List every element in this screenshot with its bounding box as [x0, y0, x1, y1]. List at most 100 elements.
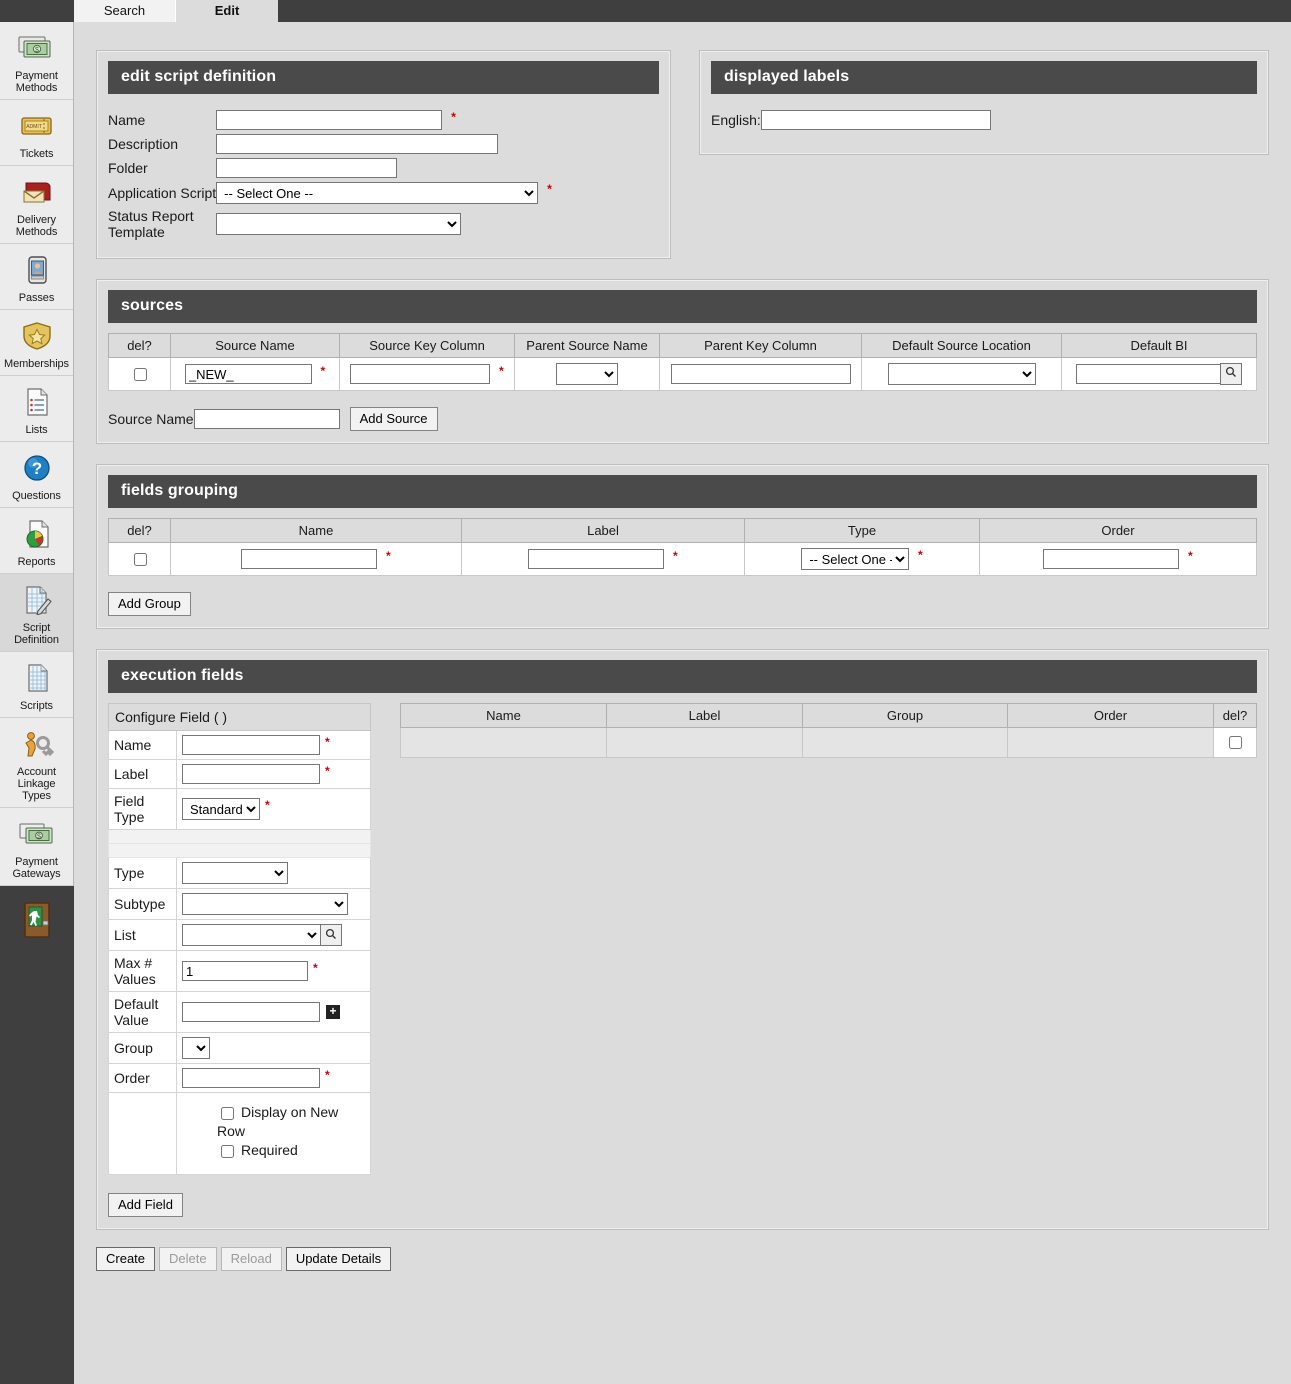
sidebar-item-payment-gateways[interactable]: $ Payment Gateways: [0, 808, 73, 886]
search-icon[interactable]: [1220, 363, 1242, 385]
sidebar-item-reports[interactable]: Reports: [0, 508, 73, 574]
cell-group: [802, 727, 1008, 758]
table-row: * *: [108, 357, 1257, 391]
folder-input[interactable]: [216, 158, 398, 178]
update-details-button[interactable]: Update Details: [285, 1247, 392, 1271]
search-icon[interactable]: [320, 924, 342, 946]
add-group-button[interactable]: Add Group: [108, 592, 191, 616]
cell-order: *: [979, 542, 1257, 576]
default-value-input[interactable]: [182, 1002, 320, 1022]
sources-table: del? Source Name Source Key Column Paren…: [108, 333, 1257, 391]
max-values-input[interactable]: [182, 961, 308, 981]
config-row-default-value: Default Value +: [108, 991, 371, 1033]
configure-field-heading-row: Configure Field ( ): [108, 703, 371, 731]
cell-del: [108, 542, 171, 576]
col-label: Label: [461, 518, 745, 543]
tab-edit[interactable]: Edit: [176, 0, 278, 22]
field-label-input[interactable]: [182, 764, 320, 784]
parent-source-name-select[interactable]: [556, 363, 618, 385]
required-marker: *: [325, 764, 330, 778]
col-del: del?: [108, 333, 171, 358]
list-select[interactable]: [182, 924, 321, 946]
sidebar-item-label: Memberships: [4, 358, 69, 370]
sidebar-item-delivery-methods[interactable]: Delivery Methods: [0, 166, 73, 244]
sidebar-item-script-definition[interactable]: Script Definition: [0, 574, 73, 652]
col-order: Order: [979, 518, 1257, 543]
col-label: Label: [606, 703, 803, 728]
type-select[interactable]: [182, 862, 288, 884]
source-del-checkbox[interactable]: [133, 367, 147, 381]
sidebar-item-memberships[interactable]: Memberships: [0, 310, 73, 376]
tab-search[interactable]: Search: [74, 0, 176, 22]
group-name-input[interactable]: [241, 549, 378, 569]
required-marker: *: [325, 1068, 330, 1082]
description-input[interactable]: [216, 134, 499, 154]
group-label-input[interactable]: [528, 549, 665, 569]
english-input[interactable]: [760, 110, 991, 130]
order-input[interactable]: [182, 1068, 320, 1088]
label-label: Label: [108, 759, 177, 789]
sidebar-item-tickets[interactable]: ADMIT Tickets: [0, 100, 73, 166]
display-on-new-row-option[interactable]: Display on New Row: [217, 1104, 365, 1139]
field-type-select[interactable]: Standard: [182, 798, 260, 820]
col-order: Order: [1007, 703, 1214, 728]
sidebar-item-passes[interactable]: Passes: [0, 244, 73, 310]
panel-title: edit script definition: [108, 61, 659, 94]
col-default-source-location: Default Source Location: [861, 333, 1062, 358]
tickets-icon: ADMIT: [2, 107, 71, 145]
script-definition-form: Name * Description Folder Application Sc…: [108, 108, 552, 242]
sidebar-item-lists[interactable]: Lists: [0, 376, 73, 442]
config-spacer-row: [108, 843, 371, 858]
col-parent-source-name: Parent Source Name: [514, 333, 660, 358]
status-report-template-select[interactable]: [216, 213, 462, 235]
exit-button[interactable]: [0, 886, 74, 945]
sidebar-item-payment-methods[interactable]: $ Payment Methods: [0, 22, 73, 100]
group-order-input[interactable]: [1043, 549, 1180, 569]
default-value-label: Default Value: [108, 991, 177, 1033]
add-source-input[interactable]: [193, 409, 340, 429]
svg-text:?: ?: [31, 459, 41, 478]
required-marker: *: [498, 364, 504, 378]
source-key-column-input[interactable]: [350, 364, 491, 384]
add-field-bar: Add Field: [108, 1175, 1257, 1217]
group-del-checkbox[interactable]: [133, 552, 147, 566]
sidebar-item-scripts[interactable]: Scripts: [0, 652, 73, 718]
sidebar-item-account-linkage-types[interactable]: Account Linkage Types: [0, 718, 73, 808]
table-row: [400, 727, 1257, 758]
reload-button: Reload: [220, 1247, 282, 1271]
parent-key-column-input[interactable]: [670, 364, 851, 384]
col-del: del?: [108, 518, 171, 543]
default-source-location-select[interactable]: [887, 363, 1036, 385]
plus-icon[interactable]: +: [326, 1005, 340, 1019]
add-source-button[interactable]: Add Source: [349, 407, 438, 431]
subtype-select[interactable]: [182, 893, 348, 915]
sidebar: $ Payment Methods ADMIT Tickets Delivery…: [0, 22, 74, 1384]
add-field-button[interactable]: Add Field: [108, 1193, 183, 1217]
form-row-description: Description: [108, 132, 552, 156]
panel-title: sources: [108, 290, 1257, 323]
field-name-input[interactable]: [182, 735, 320, 755]
display-on-new-row-checkbox[interactable]: [221, 1107, 234, 1120]
field-del-checkbox[interactable]: [1229, 736, 1242, 749]
spacer-cell: [108, 843, 371, 858]
required-option[interactable]: Required: [217, 1142, 365, 1161]
group-select[interactable]: [182, 1037, 210, 1059]
required-marker: *: [385, 549, 391, 563]
default-bi-input[interactable]: [1076, 364, 1221, 384]
top-bar: Search Edit: [0, 0, 1291, 22]
sidebar-item-label: Script Definition: [14, 622, 59, 646]
cell-default-bi: [1061, 357, 1257, 391]
sidebar-item-questions[interactable]: ? Questions: [0, 442, 73, 508]
create-button[interactable]: Create: [96, 1247, 156, 1271]
required-checkbox[interactable]: [221, 1145, 234, 1158]
name-input[interactable]: [216, 110, 443, 130]
group-type-select[interactable]: -- Select One --: [801, 548, 910, 570]
configure-field-form: Configure Field ( ) Name * Label * Field…: [108, 703, 371, 1175]
name-label: Name: [108, 112, 146, 128]
source-name-input[interactable]: [184, 364, 312, 384]
cell-del: [1213, 727, 1257, 758]
config-row-subtype: Subtype: [108, 888, 371, 920]
col-del: del?: [1213, 703, 1257, 728]
application-script-select[interactable]: -- Select One --: [216, 182, 539, 204]
empty-label-cell: [108, 1092, 177, 1175]
